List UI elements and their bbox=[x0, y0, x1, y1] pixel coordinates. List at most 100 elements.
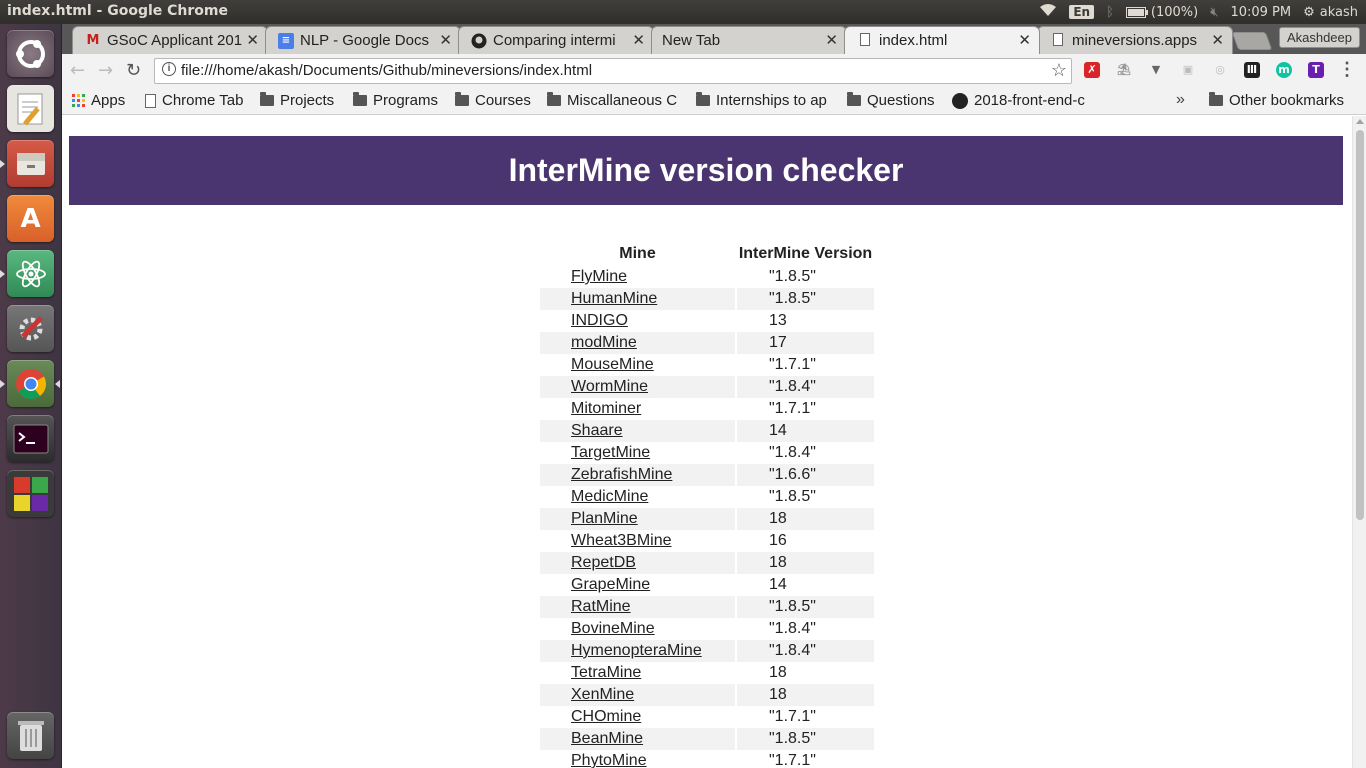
grid-extension-icon[interactable]: ▣ bbox=[1180, 62, 1196, 78]
bookmark-chrome-tab[interactable]: Chrome Tab bbox=[145, 92, 243, 109]
address-bar[interactable]: i file:///home/akash/Documents/Github/mi… bbox=[154, 58, 1072, 84]
close-tab-icon[interactable]: ✕ bbox=[632, 31, 645, 49]
scrollbar-thumb[interactable] bbox=[1356, 130, 1364, 520]
atom-editor-icon[interactable] bbox=[7, 250, 54, 297]
bookmark-front-end[interactable]: 2018-front-end-c bbox=[952, 92, 1092, 109]
mine-link[interactable]: GrapeMine bbox=[571, 576, 650, 593]
mine-link[interactable]: MouseMine bbox=[571, 356, 654, 373]
page-scrollbar[interactable] bbox=[1352, 116, 1366, 768]
mine-link[interactable]: HumanMine bbox=[571, 290, 657, 307]
mine-link[interactable]: PlanMine bbox=[571, 510, 638, 527]
workspace-switcher-icon[interactable] bbox=[7, 470, 54, 517]
bookmark-programs[interactable]: Programs bbox=[353, 92, 438, 109]
ubuntu-dash-icon[interactable] bbox=[7, 30, 54, 77]
bookmark-miscallaneous[interactable]: Miscallaneous C bbox=[547, 92, 683, 109]
mine-link[interactable]: modMine bbox=[571, 334, 637, 351]
volume-muted-icon[interactable]: 🔇︎ bbox=[1210, 5, 1218, 20]
mine-link[interactable]: RatMine bbox=[571, 598, 631, 615]
mine-link[interactable]: XenMine bbox=[571, 686, 634, 703]
battery-indicator[interactable]: (100%) bbox=[1125, 5, 1198, 20]
version-cell: 18 bbox=[737, 684, 874, 706]
software-center-icon[interactable]: A bbox=[7, 195, 54, 242]
chrome-icon[interactable] bbox=[7, 360, 54, 407]
mine-link[interactable]: INDIGO bbox=[571, 312, 628, 329]
back-button[interactable]: ← bbox=[70, 60, 85, 81]
mine-link[interactable]: TetraMine bbox=[571, 664, 641, 681]
mine-link[interactable]: PhytoMine bbox=[571, 752, 647, 768]
table-row: BeanMine "1.8.5" bbox=[540, 728, 874, 750]
version-cell: "1.8.4" bbox=[737, 640, 874, 662]
purple-extension-icon[interactable]: T bbox=[1308, 62, 1324, 78]
medium-extension-icon[interactable]: m bbox=[1276, 62, 1292, 78]
bookmark-questions[interactable]: Questions bbox=[847, 92, 935, 109]
page-icon bbox=[145, 93, 156, 108]
terminal-icon[interactable] bbox=[7, 415, 54, 462]
close-tab-icon[interactable]: ✕ bbox=[246, 31, 259, 49]
mine-link[interactable]: TargetMine bbox=[571, 444, 650, 461]
close-tab-icon[interactable]: ✕ bbox=[439, 31, 452, 49]
island-extension-icon[interactable]: ⛱ bbox=[1116, 62, 1132, 78]
mine-link[interactable]: BeanMine bbox=[571, 730, 643, 747]
text-editor-icon[interactable] bbox=[7, 85, 54, 132]
forward-button[interactable]: → bbox=[98, 60, 113, 81]
bookmarks-overflow-button[interactable]: » bbox=[1176, 91, 1185, 109]
page-icon bbox=[857, 33, 873, 49]
mine-cell: Wheat3BMine bbox=[540, 530, 735, 552]
user-name: akash bbox=[1319, 4, 1358, 20]
vimium-extension-icon[interactable]: ▼ bbox=[1148, 62, 1164, 78]
mine-link[interactable]: HymenopteraMine bbox=[571, 642, 702, 659]
mine-link[interactable]: BovineMine bbox=[571, 620, 655, 637]
trash-icon[interactable] bbox=[7, 712, 54, 759]
mine-cell: HymenopteraMine bbox=[540, 640, 735, 662]
version-cell: 18 bbox=[737, 552, 874, 574]
mine-link[interactable]: MedicMine bbox=[571, 488, 648, 505]
close-tab-icon[interactable]: ✕ bbox=[1211, 31, 1224, 49]
mine-link[interactable]: RepetDB bbox=[571, 554, 636, 571]
profile-button[interactable]: Akashdeep bbox=[1278, 27, 1360, 48]
mine-link[interactable]: FlyMine bbox=[571, 268, 627, 285]
new-tab-button[interactable] bbox=[1231, 32, 1273, 50]
files-icon[interactable] bbox=[7, 140, 54, 187]
tab-nlp-docs[interactable]: ≡ NLP - Google Docs ✕ bbox=[265, 26, 461, 54]
info-icon[interactable]: i bbox=[162, 62, 176, 76]
url-text: file:///home/akash/Documents/Github/mine… bbox=[181, 62, 593, 79]
pdf-extension-icon[interactable]: ✗ bbox=[1084, 62, 1100, 78]
tab-mineversions[interactable]: mineversions.apps ✕ bbox=[1037, 26, 1233, 54]
mine-link[interactable]: Shaare bbox=[571, 422, 623, 439]
bookmark-internships[interactable]: Internships to ap bbox=[696, 92, 832, 109]
mine-link[interactable]: CHOmine bbox=[571, 708, 641, 725]
bookmark-apps[interactable]: Apps bbox=[72, 92, 125, 109]
tab-new-tab[interactable]: New Tab ✕ bbox=[651, 26, 847, 54]
reload-button[interactable]: ↻ bbox=[126, 60, 141, 81]
table-row: Shaare 14 bbox=[540, 420, 874, 442]
bluetooth-icon[interactable]: ᛒ bbox=[1106, 5, 1114, 20]
scroll-up-arrow[interactable] bbox=[1356, 119, 1364, 124]
folder-icon bbox=[455, 92, 469, 106]
close-tab-icon[interactable]: ✕ bbox=[825, 31, 838, 49]
version-cell: "1.8.5" bbox=[737, 728, 874, 750]
wifi-icon[interactable] bbox=[1039, 3, 1057, 21]
library-extension-icon[interactable]: Ⅲ bbox=[1244, 62, 1260, 78]
system-settings-icon[interactable] bbox=[7, 305, 54, 352]
mine-link[interactable]: Wheat3BMine bbox=[571, 532, 672, 549]
bookmark-star-icon[interactable]: ☆ bbox=[1051, 60, 1067, 81]
other-bookmarks[interactable]: Other bookmarks bbox=[1209, 92, 1344, 109]
mine-link[interactable]: Mitominer bbox=[571, 400, 641, 417]
mine-link[interactable]: ZebrafishMine bbox=[571, 466, 672, 483]
tab-comparing[interactable]: Comparing intermi ✕ bbox=[458, 26, 654, 54]
table-row: INDIGO 13 bbox=[540, 310, 874, 332]
chrome-menu-icon[interactable]: ⋮ bbox=[1338, 59, 1356, 80]
tab-index-html[interactable]: index.html ✕ bbox=[844, 26, 1040, 54]
user-menu[interactable]: ⚙ akash bbox=[1303, 5, 1358, 20]
circle-extension-icon[interactable]: ◎ bbox=[1212, 62, 1228, 78]
bookmark-courses[interactable]: Courses bbox=[455, 92, 531, 109]
version-cell: "1.7.1" bbox=[769, 752, 816, 768]
bookmark-projects[interactable]: Projects bbox=[260, 92, 334, 109]
tab-gsoc[interactable]: M GSoC Applicant 201 ✕ bbox=[72, 26, 268, 54]
mine-link[interactable]: WormMine bbox=[571, 378, 648, 395]
clock[interactable]: 10:09 PM bbox=[1230, 5, 1291, 20]
keyboard-layout-indicator[interactable]: En bbox=[1069, 5, 1095, 19]
unity-launcher: A bbox=[0, 24, 62, 768]
tab-label: New Tab bbox=[662, 32, 721, 49]
close-tab-icon[interactable]: ✕ bbox=[1018, 31, 1031, 49]
